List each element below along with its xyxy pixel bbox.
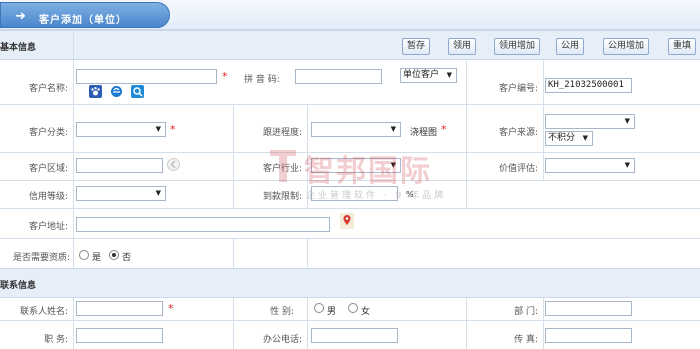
- chevron-down-icon: ▼: [446, 71, 452, 79]
- customer-type-select[interactable]: 单位客户 ▼: [400, 68, 457, 83]
- watermark-subtitle: 企业管理软件 · 9 年品牌: [306, 191, 447, 201]
- customer-source-select[interactable]: ▼: [545, 114, 635, 129]
- arrow-right-icon: ➜: [15, 9, 26, 24]
- row-divider: [0, 238, 700, 239]
- divider: [73, 60, 74, 268]
- due-limit-label: 到款限制:: [262, 192, 302, 202]
- contact-info-header: [0, 268, 700, 298]
- watermark-name: 智邦国际: [304, 154, 432, 189]
- progress-select[interactable]: ▼: [311, 122, 401, 137]
- gender-label: 性 别:: [270, 307, 294, 317]
- qualification-yes-label: 是: [92, 253, 102, 263]
- basic-info-header: [0, 30, 700, 60]
- fax-label: 传 真:: [514, 335, 538, 345]
- pinyin-label: 拼 音 码:: [244, 75, 280, 85]
- gender-female-label: 女: [361, 307, 371, 317]
- watermark-logo: [268, 148, 298, 184]
- customer-code-input[interactable]: KH_21032500001: [545, 78, 632, 93]
- office-phone-input[interactable]: [311, 328, 398, 343]
- customer-category-label: 客户分类:: [28, 128, 68, 138]
- gender-female-radio[interactable]: [348, 303, 358, 313]
- chevron-down-icon: ▼: [582, 134, 588, 142]
- gender-male-radio[interactable]: [314, 303, 324, 313]
- divider: [73, 31, 74, 60]
- chevron-down-icon: ▼: [155, 125, 161, 133]
- department-input[interactable]: [545, 301, 632, 316]
- magnifier-search-icon[interactable]: [131, 85, 144, 98]
- value-evaluation-select[interactable]: ▼: [545, 158, 635, 173]
- contact-info-title: 联系信息: [0, 281, 37, 291]
- position-label: 职 务:: [44, 335, 68, 345]
- qualification-no-radio[interactable]: [109, 250, 119, 260]
- basic-info-title: 基本信息: [0, 43, 37, 53]
- position-input[interactable]: [76, 328, 163, 343]
- divider: [73, 298, 74, 349]
- customer-category-select[interactable]: ▼: [76, 122, 166, 137]
- divider: [543, 298, 544, 349]
- divider: [307, 238, 308, 268]
- customer-name-input[interactable]: [76, 69, 217, 84]
- qualification-label: 是否需要资质:: [12, 253, 70, 263]
- title-tab: ➜ 客户添加（单位）: [0, 2, 170, 28]
- customer-code-label: 客户编号:: [498, 84, 538, 94]
- customer-region-input[interactable]: [76, 158, 163, 173]
- credit-level-select[interactable]: ▼: [76, 186, 166, 201]
- points-select[interactable]: 不积分 ▼: [545, 131, 593, 146]
- public-button[interactable]: 公用: [556, 38, 584, 55]
- divider: [466, 60, 467, 208]
- save-draft-button[interactable]: 暂存: [402, 38, 430, 55]
- use-add-button[interactable]: 领用增加: [494, 38, 540, 55]
- page-title: 客户添加（单位）: [39, 15, 127, 26]
- row-divider: [0, 208, 700, 209]
- required-mark: *: [441, 123, 447, 136]
- fax-input[interactable]: [545, 328, 632, 343]
- contact-name-label: 联系人姓名:: [19, 307, 68, 317]
- chevron-down-icon: ▼: [390, 125, 396, 133]
- customer-type-value: 单位客户: [403, 70, 440, 80]
- customer-name-label: 客户名称:: [28, 84, 68, 94]
- divider: [543, 60, 544, 180]
- flow-chart-link[interactable]: 浇程图: [410, 125, 437, 138]
- customer-source-label: 客户来源:: [498, 128, 538, 138]
- paw-search-icon[interactable]: [89, 85, 102, 98]
- customer-address-label: 客户地址:: [28, 222, 68, 232]
- reset-button[interactable]: 重填: [668, 38, 696, 55]
- chevron-down-icon: ▼: [624, 161, 630, 169]
- region-picker-icon[interactable]: [167, 158, 180, 171]
- required-mark: *: [170, 123, 176, 136]
- contact-name-input[interactable]: [76, 301, 163, 316]
- qualification-yes-radio[interactable]: [79, 250, 89, 260]
- value-evaluation-label: 价值评估:: [498, 164, 538, 174]
- qualification-no-label: 否: [122, 253, 132, 263]
- credit-level-label: 信用等级:: [28, 192, 68, 202]
- browser-search-icon[interactable]: [110, 85, 123, 98]
- row-divider: [0, 320, 700, 321]
- customer-address-input[interactable]: [76, 217, 330, 232]
- chevron-down-icon: ▼: [155, 189, 161, 197]
- divider: [466, 298, 467, 349]
- department-label: 部 门:: [514, 307, 538, 317]
- row-divider: [0, 104, 700, 105]
- use-button[interactable]: 领用: [448, 38, 476, 55]
- divider: [307, 298, 308, 349]
- map-pin-icon[interactable]: [340, 213, 354, 229]
- required-mark: *: [222, 70, 228, 83]
- chevron-down-icon: ▼: [624, 117, 630, 125]
- required-mark: *: [168, 302, 174, 315]
- public-add-button[interactable]: 公用增加: [603, 38, 649, 55]
- pinyin-input[interactable]: [295, 69, 382, 84]
- points-value: 不积分: [548, 133, 576, 143]
- office-phone-label: 办公电话:: [262, 335, 302, 345]
- gender-male-label: 男: [327, 307, 337, 317]
- customer-region-label: 客户区域:: [28, 164, 68, 174]
- progress-label: 跟进程度:: [262, 128, 302, 138]
- divider: [233, 238, 234, 268]
